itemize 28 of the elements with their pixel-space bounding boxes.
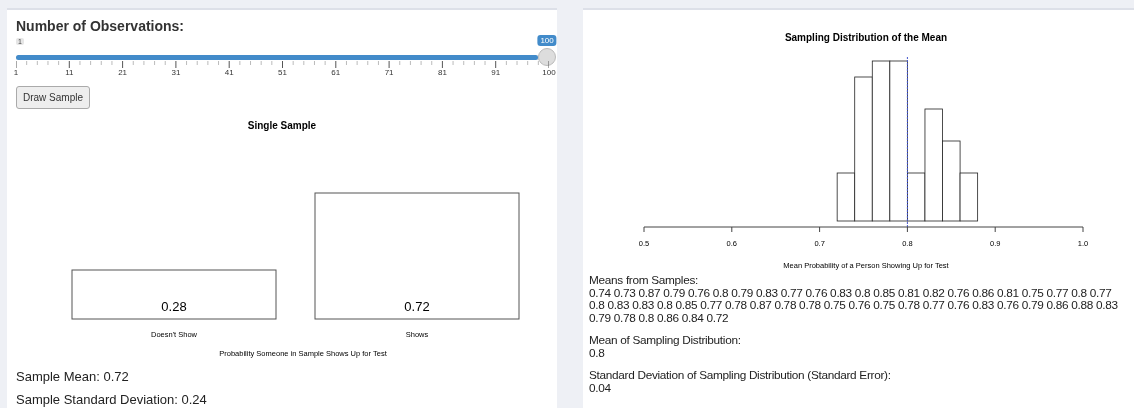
value-badge: 100 (537, 35, 557, 46)
tick-label: 100 (542, 68, 556, 77)
output-label: Standard Deviation of Sampling Distribution (Standard Error): (589, 369, 892, 382)
output-value: 0.8 (589, 346, 606, 359)
tick-label: 21 (118, 68, 128, 77)
data-label: 0.28 (161, 299, 187, 314)
tick-label: 41 (224, 68, 234, 77)
tick-label: 81 (437, 68, 447, 77)
slider-label: Number of Observations: (16, 18, 186, 34)
output-value: 0.04 (589, 381, 612, 394)
output-label: Means from Samples: (589, 274, 700, 287)
tick-label: 51 (278, 68, 287, 77)
tick-label: 61 (331, 68, 341, 77)
tick-label: 91 (491, 68, 501, 77)
tick-label: 31 (171, 68, 181, 77)
draw-sample-button[interactable]: Draw Sample (16, 86, 91, 109)
data-label: 0.72 (404, 299, 430, 314)
chart-title: Single Sample (247, 120, 317, 131)
tick-label: 71 (384, 68, 394, 77)
slider-handle[interactable] (538, 48, 556, 66)
stat-text: Sample Standard Deviation: 0.24 (16, 392, 208, 407)
tick-label: 1 (13, 68, 19, 77)
chart-title: Sampling Distribution of the Mean (784, 32, 948, 43)
slider-bar[interactable] (16, 55, 538, 60)
output-label: Mean of Sampling Distribution: (589, 334, 742, 347)
tick-label: 11 (65, 68, 74, 77)
stat-text: Sample Mean: 0.72 (16, 369, 130, 384)
output-value: 0.74 0.73 0.87 0.79 0.76 0.8 0.79 0.83 0.77 0.76 0.83 0.8 0.85 0.81 0.82 0.76 0.86 0.81 0.75 0.77 0.8 0.77 0.8 0.83 0.83 0.8 0.85 0.77 0.78 0.87 0.78 0.78 0.75 0.76 0.75 0.78 0.77 0.76 0.83 0.76 0.79 0.86 0.88 0.83 0.79 0.78 0.8 0.86 0.84 0.72 (589, 286, 1119, 324)
